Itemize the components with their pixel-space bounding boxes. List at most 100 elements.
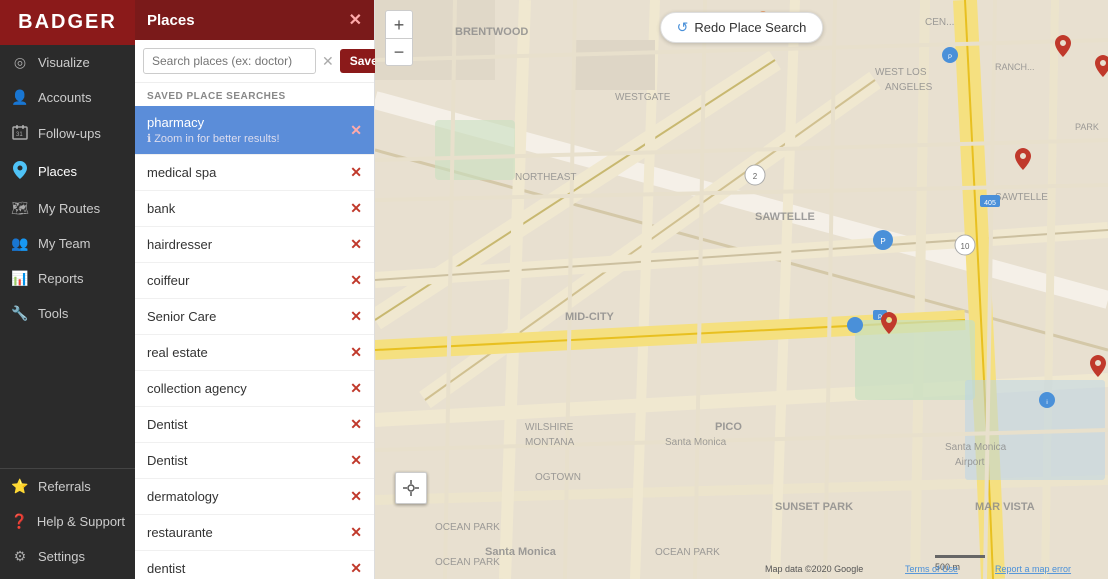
list-item[interactable]: real estate ✕	[135, 335, 374, 371]
help-icon: ❓	[10, 513, 29, 530]
place-name: Dentist	[147, 417, 342, 432]
place-name: Senior Care	[147, 309, 342, 324]
zoom-in-button[interactable]: +	[385, 10, 413, 38]
sidebar-item-places[interactable]: Places	[0, 152, 135, 191]
place-name: dentist	[147, 561, 342, 576]
place-name: real estate	[147, 345, 342, 360]
list-item[interactable]: dermatology ✕	[135, 479, 374, 515]
list-item[interactable]: coiffeur ✕	[135, 263, 374, 299]
sidebar-item-my-routes[interactable]: 🗺 My Routes	[0, 191, 135, 226]
search-row: ✕ Save	[135, 40, 374, 83]
sidebar-item-settings[interactable]: ⚙ Settings	[0, 539, 135, 574]
sidebar-item-visualize[interactable]: ◎ Visualize	[0, 45, 135, 80]
svg-text:Terms of Use: Terms of Use	[905, 564, 958, 574]
svg-text:ANGELES: ANGELES	[885, 82, 933, 93]
places-list: pharmacy ℹ Zoom in for better results! ✕…	[135, 106, 374, 579]
svg-text:MAR VISTA: MAR VISTA	[975, 501, 1035, 513]
delete-place-button[interactable]: ✕	[342, 452, 362, 469]
list-item[interactable]: collection agency ✕	[135, 371, 374, 407]
delete-place-button[interactable]: ✕	[342, 272, 362, 289]
sidebar-item-referrals[interactable]: ⭐ Referrals	[0, 469, 135, 504]
svg-text:PARK: PARK	[1075, 122, 1099, 132]
redo-search-button[interactable]: ↺ Redo Place Search	[660, 12, 824, 43]
delete-place-button[interactable]: ✕	[342, 122, 362, 139]
delete-place-button[interactable]: ✕	[342, 380, 362, 397]
sidebar-nav: ◎ Visualize 👤 Accounts 31 Follow-ups	[0, 45, 135, 468]
list-item[interactable]: Senior Care ✕	[135, 299, 374, 335]
sidebar-item-help-support[interactable]: ❓ Help & Support	[0, 504, 135, 539]
svg-text:P: P	[948, 55, 952, 61]
delete-place-button[interactable]: ✕	[342, 560, 362, 577]
referrals-icon: ⭐	[10, 478, 30, 495]
list-item[interactable]: bank ✕	[135, 191, 374, 227]
svg-text:Santa Monica: Santa Monica	[485, 546, 557, 558]
sidebar-bottom: ⭐ Referrals ❓ Help & Support ⚙ Settings	[0, 468, 135, 579]
svg-text:2: 2	[753, 172, 758, 181]
svg-text:CEN...: CEN...	[925, 17, 954, 28]
sidebar-item-tools[interactable]: 🔧 Tools	[0, 296, 135, 331]
svg-text:31: 31	[16, 132, 23, 138]
calendar-icon: 31	[10, 124, 30, 143]
svg-text:RANCH...: RANCH...	[995, 62, 1035, 72]
places-title: Places	[147, 12, 195, 29]
svg-text:OGTOWN: OGTOWN	[535, 472, 581, 483]
svg-text:10: 10	[961, 242, 970, 251]
list-item[interactable]: restaurante ✕	[135, 515, 374, 551]
svg-text:PICO: PICO	[715, 421, 742, 433]
svg-text:OCEAN PARK: OCEAN PARK	[435, 557, 500, 568]
place-name: medical spa	[147, 165, 342, 180]
list-item[interactable]: hairdresser ✕	[135, 227, 374, 263]
svg-text:OCEAN PARK: OCEAN PARK	[655, 547, 720, 558]
place-name: hairdresser	[147, 237, 342, 252]
list-item[interactable]: Dentist ✕	[135, 443, 374, 479]
sidebar-item-follow-ups[interactable]: 31 Follow-ups	[0, 115, 135, 152]
place-name: bank	[147, 201, 342, 216]
delete-place-button[interactable]: ✕	[342, 488, 362, 505]
delete-place-button[interactable]: ✕	[342, 200, 362, 217]
my-location-button[interactable]	[395, 472, 427, 504]
delete-place-button[interactable]: ✕	[342, 524, 362, 541]
sidebar-item-reports[interactable]: 📊 Reports	[0, 261, 135, 296]
delete-place-button[interactable]: ✕	[342, 164, 362, 181]
list-item[interactable]: Dentist ✕	[135, 407, 374, 443]
close-button[interactable]: ✕	[349, 10, 362, 30]
place-name: restaurante	[147, 525, 342, 540]
team-icon: 👥	[10, 235, 30, 252]
svg-text:Report a map error: Report a map error	[995, 564, 1071, 574]
svg-text:405: 405	[984, 200, 996, 207]
svg-text:BRENTWOOD: BRENTWOOD	[455, 26, 528, 38]
delete-place-button[interactable]: ✕	[342, 308, 362, 325]
map-area[interactable]: BRENTWOOD CEN... RANCH... PARK WESTGATE …	[375, 0, 1108, 579]
svg-text:WEST LOS: WEST LOS	[875, 67, 927, 78]
list-item[interactable]: pharmacy ℹ Zoom in for better results! ✕	[135, 106, 374, 155]
zoom-out-button[interactable]: −	[385, 38, 413, 66]
places-icon	[10, 161, 30, 182]
svg-text:MID-CITY: MID-CITY	[565, 311, 615, 323]
svg-text:Airport: Airport	[955, 457, 985, 468]
svg-text:OCEAN PARK: OCEAN PARK	[435, 522, 500, 533]
svg-text:Map data ©2020 Google: Map data ©2020 Google	[765, 564, 863, 574]
clear-search-button[interactable]: ✕	[320, 53, 336, 70]
list-item[interactable]: dentist ✕	[135, 551, 374, 579]
svg-text:Santa Monica: Santa Monica	[665, 437, 727, 448]
delete-place-button[interactable]: ✕	[342, 236, 362, 253]
delete-place-button[interactable]: ✕	[342, 344, 362, 361]
sidebar-item-accounts[interactable]: 👤 Accounts	[0, 80, 135, 115]
routes-icon: 🗺	[10, 200, 30, 217]
place-name: coiffeur	[147, 273, 342, 288]
delete-place-button[interactable]: ✕	[342, 416, 362, 433]
map-controls: + −	[385, 10, 413, 66]
place-name: pharmacy	[147, 115, 342, 130]
tools-icon: 🔧	[10, 305, 30, 322]
sidebar: BADGER ◎ Visualize 👤 Accounts 31 Follow-…	[0, 0, 135, 579]
svg-text:P: P	[880, 237, 885, 246]
list-item[interactable]: medical spa ✕	[135, 155, 374, 191]
saved-searches-label: SAVED PLACE SEARCHES	[135, 83, 374, 106]
svg-text:SAWTELLE: SAWTELLE	[995, 192, 1048, 203]
svg-text:MONTANA: MONTANA	[525, 437, 575, 448]
search-input[interactable]	[143, 48, 316, 74]
place-name: collection agency	[147, 381, 342, 396]
svg-text:SAWTELLE: SAWTELLE	[755, 211, 815, 223]
sidebar-item-my-team[interactable]: 👥 My Team	[0, 226, 135, 261]
svg-text:NORTHEAST: NORTHEAST	[515, 172, 577, 183]
